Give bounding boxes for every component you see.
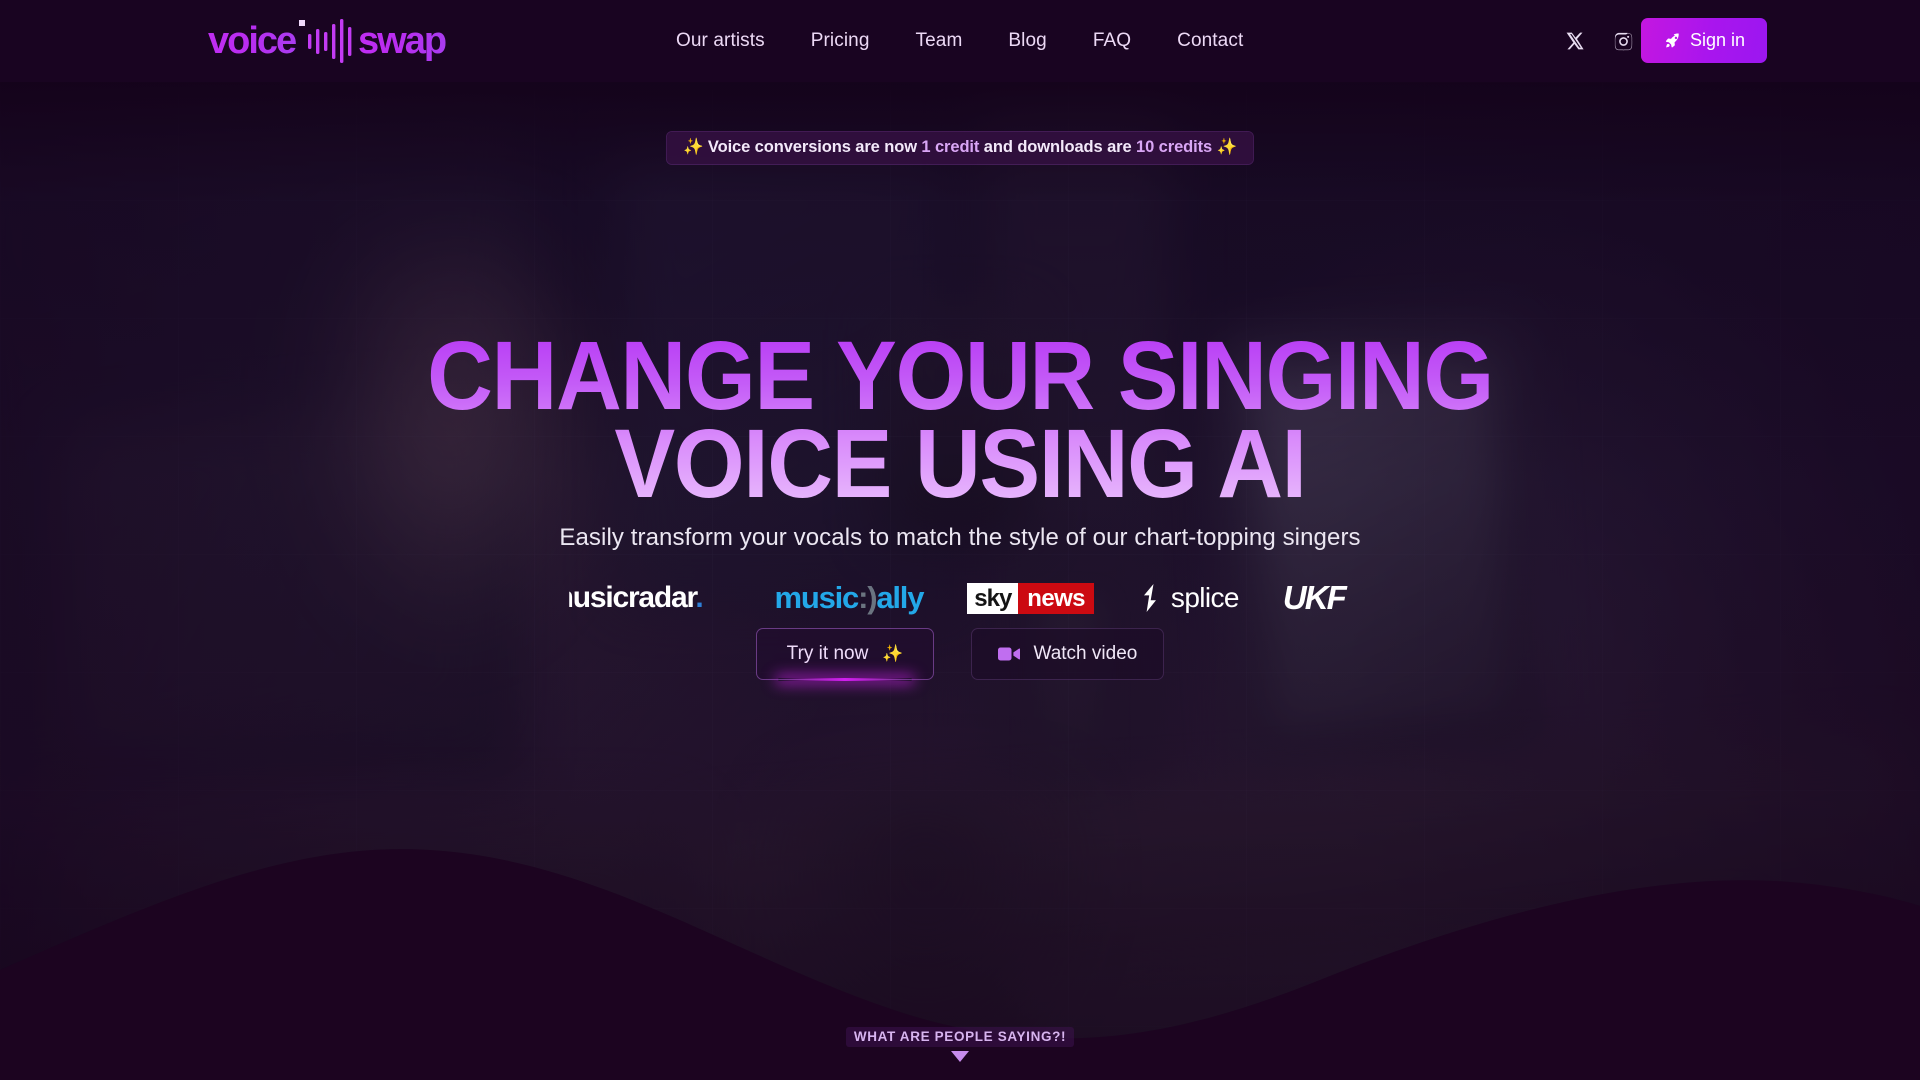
sign-in-button[interactable]: Sign in <box>1640 18 1767 63</box>
site-header: voice swap Our artists Pricing Team Blog… <box>0 0 1920 82</box>
musically-text-c: ally <box>876 580 924 615</box>
musically-logo: music:)ally <box>774 578 924 618</box>
nav-item-faq[interactable]: FAQ <box>1093 30 1131 52</box>
hero-subtitle: Easily transform your vocals to match th… <box>559 524 1361 551</box>
rocket-icon <box>1665 33 1679 47</box>
sparkle-right-icon: ✨ <box>1216 138 1238 156</box>
announcement-banner[interactable]: ✨ Voice conversions are now 1 credit and… <box>666 132 1254 164</box>
try-it-now-button[interactable]: Try it now ✨ <box>755 628 935 681</box>
nav-item-contact[interactable]: Contact <box>1177 30 1243 52</box>
musicradar-dot: . <box>695 581 703 614</box>
try-it-now-label: Try it now <box>786 643 869 664</box>
video-camera-icon <box>998 647 1021 661</box>
watch-video-button[interactable]: Watch video <box>971 628 1165 680</box>
news-word: news <box>1018 582 1094 614</box>
svg-text:voice: voice <box>208 20 296 62</box>
page-title: CHANGE YOUR SINGING VOICE USING AI <box>58 337 1863 502</box>
scroll-cue-label: WHAT ARE PEOPLE SAYING?! <box>845 1027 1075 1047</box>
press-logo-strip: musicradar. music:)ally sky news splice <box>0 578 1920 618</box>
banner-text-1: Voice conversions are now <box>707 138 922 156</box>
banner-credit-2: 10 credits <box>1136 138 1213 156</box>
x-twitter-icon[interactable] <box>1563 29 1587 53</box>
hero-section: ✨ Voice conversions are now 1 credit and… <box>0 82 1920 1080</box>
ukf-logo: UKF <box>1282 578 1347 618</box>
nav-item-team[interactable]: Team <box>916 30 963 52</box>
musically-text-a: music <box>774 580 859 615</box>
svg-text:swap: swap <box>358 20 446 62</box>
watch-video-label: Watch video <box>1033 643 1138 664</box>
nav-item-our-artists[interactable]: Our artists <box>676 30 765 52</box>
logo[interactable]: voice swap <box>208 18 466 64</box>
splice-logo: splice <box>1138 578 1240 618</box>
splice-mark-icon <box>1143 584 1156 612</box>
ukf-text: UKF <box>1282 579 1347 616</box>
splice-text: splice <box>1170 582 1240 613</box>
sky-news-logo: sky news <box>967 578 1094 618</box>
scroll-cue[interactable]: WHAT ARE PEOPLE SAYING?! <box>0 1027 1920 1062</box>
banner-text-2: and downloads are <box>979 138 1137 156</box>
voiceswap-logo-icon: voice swap <box>208 19 448 63</box>
nav-item-pricing[interactable]: Pricing <box>811 30 870 52</box>
sparkle-icon: ✨ <box>882 644 904 663</box>
page-root: voice swap Our artists Pricing Team Blog… <box>0 0 1920 1080</box>
musicradar-text: musicradar <box>547 581 696 614</box>
hero-cta-group: Try it now ✨ Watch video <box>0 628 1920 681</box>
down-triangle-icon <box>951 1051 969 1062</box>
sky-word: sky <box>967 582 1019 614</box>
primary-nav: Our artists Pricing Team Blog FAQ Contac… <box>676 0 1243 82</box>
nav-item-blog[interactable]: Blog <box>1008 30 1046 52</box>
banner-credit-1: 1 credit <box>921 138 980 156</box>
sign-in-label: Sign in <box>1689 30 1745 50</box>
sparkle-left-icon: ✨ <box>682 138 704 156</box>
musicradar-logo: musicradar. <box>569 578 730 618</box>
headline-line-2: VOICE USING AI <box>614 408 1306 518</box>
musically-smiley: :) <box>858 580 877 615</box>
instagram-icon[interactable] <box>1611 29 1635 53</box>
